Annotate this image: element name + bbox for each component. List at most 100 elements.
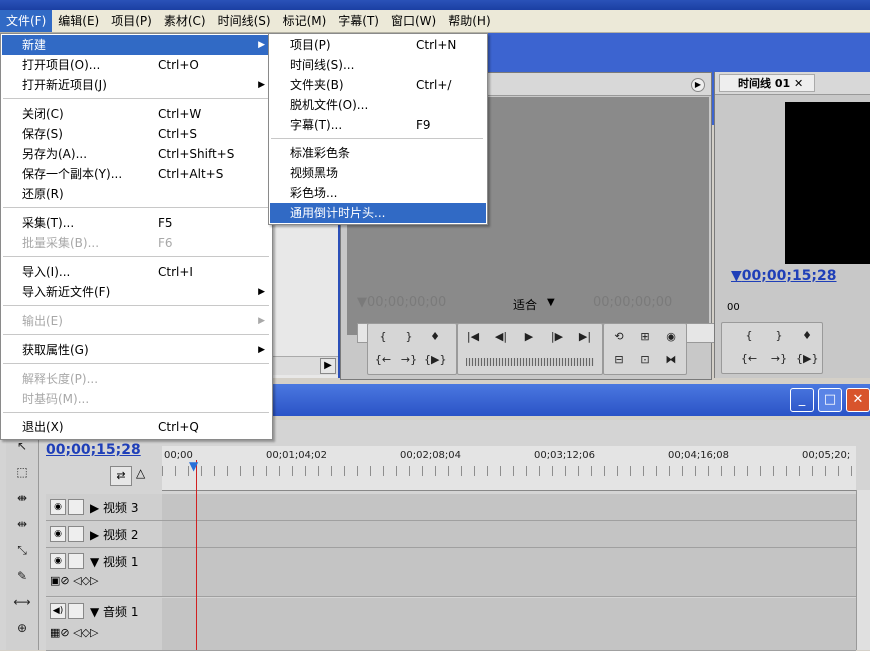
program-monitor: 时间线 01 ✕ ▼00;00;15;28 00 { } ♦ {← →} {▶} — [714, 72, 870, 378]
timeline-vscrollbar[interactable] — [856, 490, 870, 650]
loop-icon[interactable]: ⟲ — [608, 328, 630, 346]
zoom-fit-dropdown[interactable]: 适合 — [513, 296, 537, 313]
menu-separator — [3, 334, 269, 335]
project-scrollbar[interactable]: ▶ — [270, 356, 338, 375]
program-play-in-out-icon[interactable]: {▶} — [796, 350, 818, 368]
marker-add-icon[interactable]: △ — [136, 466, 145, 480]
minimize-button[interactable]: _ — [790, 388, 814, 412]
eye-icon[interactable]: ◉ — [50, 499, 66, 515]
menu-clip[interactable]: 素材(C) — [158, 10, 212, 32]
submenu-item-offline-file[interactable]: 脱机文件(O)... — [270, 95, 486, 115]
file-menu: 新建 ▶ 打开项目(O)... Ctrl+O 打开新近项目(J) ▶ 关闭(C) Ctr… — [0, 33, 273, 440]
trim-icon[interactable]: ⧓ — [660, 351, 682, 369]
program-set-in-icon[interactable]: { — [738, 327, 760, 345]
goto-in-icon[interactable]: {← — [372, 351, 394, 369]
program-set-out-icon[interactable]: } — [768, 327, 790, 345]
goto-out-icon[interactable]: →} — [398, 351, 420, 369]
submenu-item-bars-tone[interactable]: 标准彩色条 — [270, 143, 486, 163]
jog-shuttle[interactable] — [466, 358, 594, 366]
program-goto-out-icon[interactable]: →} — [768, 350, 790, 368]
play-in-out-icon[interactable]: {▶} — [424, 351, 446, 369]
menu-item-close[interactable]: 关闭(C) Ctrl+W — [2, 104, 271, 124]
ruler-label: 00;03;12;06 — [534, 450, 596, 461]
submenu-item-bin[interactable]: 文件夹(B) Ctrl+/ — [270, 75, 486, 95]
play-icon[interactable]: ▶ — [518, 328, 540, 346]
keyframe-controls-icon[interactable]: ▣⊘ ◁◇▷ — [50, 574, 99, 587]
submenu-item-title[interactable]: 字幕(T)... F9 — [270, 115, 486, 135]
rate-stretch-tool-icon[interactable]: ⤡ — [10, 540, 34, 560]
eye-icon[interactable]: ◉ — [50, 553, 66, 569]
menu-window[interactable]: 窗口(W) — [385, 10, 442, 32]
timeline-timecode[interactable]: 00;00;15;28 — [46, 442, 141, 458]
menu-title[interactable]: 字幕(T) — [332, 10, 385, 32]
set-out-icon[interactable]: } — [398, 328, 420, 346]
menu-item-exit[interactable]: 退出(X) Ctrl+Q — [2, 417, 271, 437]
lock-toggle[interactable] — [68, 499, 84, 515]
marker-icon[interactable]: ♦ — [424, 328, 446, 346]
menu-item-new[interactable]: 新建 ▶ — [2, 35, 271, 55]
overlay-icon[interactable]: ⊡ — [634, 351, 656, 369]
eye-icon[interactable]: ◉ — [50, 526, 66, 542]
menu-item-import-recent[interactable]: 导入新近文件(F) ▶ — [2, 282, 271, 302]
source-timecode-in[interactable]: ▼00;00;00;00 — [357, 295, 446, 310]
lock-toggle[interactable] — [68, 526, 84, 542]
menu-item-get-properties[interactable]: 获取属性(G) ▶ — [2, 340, 271, 360]
ripple-edit-tool-icon[interactable]: ⇼ — [10, 488, 34, 508]
rolling-edit-tool-icon[interactable]: ⇹ — [10, 514, 34, 534]
timeline-ruler[interactable]: 00;00 00;01;04;02 00;02;08;04 00;03;12;0… — [162, 446, 856, 491]
chevron-down-icon[interactable]: ▼ — [547, 297, 555, 308]
audio-keyframe-controls-icon[interactable]: ▦⊘ ◁◇▷ — [50, 626, 99, 639]
track-select-tool-icon[interactable]: ⬚ — [10, 462, 34, 482]
menu-item-capture[interactable]: 采集(T)... F5 — [2, 213, 271, 233]
program-goto-in-icon[interactable]: {← — [738, 350, 760, 368]
program-timecode[interactable]: ▼00;00;15;28 — [731, 268, 837, 284]
set-in-icon[interactable]: { — [372, 328, 394, 346]
razor-tool-icon[interactable]: ✎ — [10, 566, 34, 586]
transport-controls: |◀ ◀| ▶ |▶ ▶| — [457, 323, 603, 375]
lock-toggle[interactable] — [68, 553, 84, 569]
slide-tool-icon[interactable]: ⊕ — [10, 618, 34, 638]
menu-project[interactable]: 项目(P) — [105, 10, 158, 32]
submenu-item-sequence[interactable]: 时间线(S)... — [270, 55, 486, 75]
submenu-item-universal-counting-leader[interactable]: 通用倒计时片头... — [270, 203, 486, 223]
menu-help[interactable]: 帮助(H) — [442, 10, 496, 32]
menu-item-open-recent[interactable]: 打开新近项目(J) ▶ — [2, 75, 271, 95]
menu-item-open-project[interactable]: 打开项目(O)... Ctrl+O — [2, 55, 271, 75]
next-edit-icon[interactable]: ▶| — [574, 328, 596, 346]
slip-tool-icon[interactable]: ⟷ — [10, 592, 34, 612]
track-video2[interactable] — [162, 521, 856, 548]
menu-edit[interactable]: 编辑(E) — [52, 10, 105, 32]
menu-item-save-as[interactable]: 另存为(A)... Ctrl+Shift+S — [2, 144, 271, 164]
maximize-button[interactable]: □ — [818, 388, 842, 412]
panel-menu-icon[interactable]: ▶ — [691, 78, 705, 92]
track-video3[interactable] — [162, 494, 856, 521]
track-audio1[interactable] — [162, 598, 856, 651]
output-icon[interactable]: ◉ — [660, 328, 682, 346]
scroll-right-icon[interactable]: ▶ — [320, 358, 336, 374]
track-name: ▼ 视频 1 — [90, 555, 139, 569]
menu-item-save-copy[interactable]: 保存一个副本(Y)... Ctrl+Alt+S — [2, 164, 271, 184]
menu-item-save[interactable]: 保存(S) Ctrl+S — [2, 124, 271, 144]
submenu-item-color-matte[interactable]: 彩色场... — [270, 183, 486, 203]
submenu-item-black-video[interactable]: 视频黑场 — [270, 163, 486, 183]
step-back-icon[interactable]: ◀| — [490, 328, 512, 346]
step-forward-icon[interactable]: |▶ — [546, 328, 568, 346]
close-button[interactable]: ✕ — [846, 388, 870, 412]
menu-item-import[interactable]: 导入(I)... Ctrl+I — [2, 262, 271, 282]
speaker-icon[interactable]: ◀) — [50, 603, 66, 619]
prev-edit-icon[interactable]: |◀ — [462, 328, 484, 346]
snap-icon[interactable]: ⇄ — [110, 466, 132, 486]
program-monitor-tab[interactable]: 时间线 01 ✕ — [719, 74, 815, 92]
tools-panel: ↖ ⬚ ⇼ ⇹ ⤡ ✎ ⟷ ⊕ — [6, 434, 39, 650]
safe-margins-icon[interactable]: ⊞ — [634, 328, 656, 346]
submenu-item-project[interactable]: 项目(P) Ctrl+N — [270, 35, 486, 55]
menu-timeline[interactable]: 时间线(S) — [212, 10, 277, 32]
menu-marker[interactable]: 标记(M) — [277, 10, 333, 32]
insert-icon[interactable]: ⊟ — [608, 351, 630, 369]
menu-file[interactable]: 文件(F) — [0, 10, 53, 32]
playhead-handle[interactable]: ▼ — [189, 459, 198, 473]
lock-toggle[interactable] — [68, 603, 84, 619]
program-marker-icon[interactable]: ♦ — [796, 327, 818, 345]
track-video1[interactable] — [162, 548, 856, 597]
menu-item-revert[interactable]: 还原(R) — [2, 184, 271, 204]
